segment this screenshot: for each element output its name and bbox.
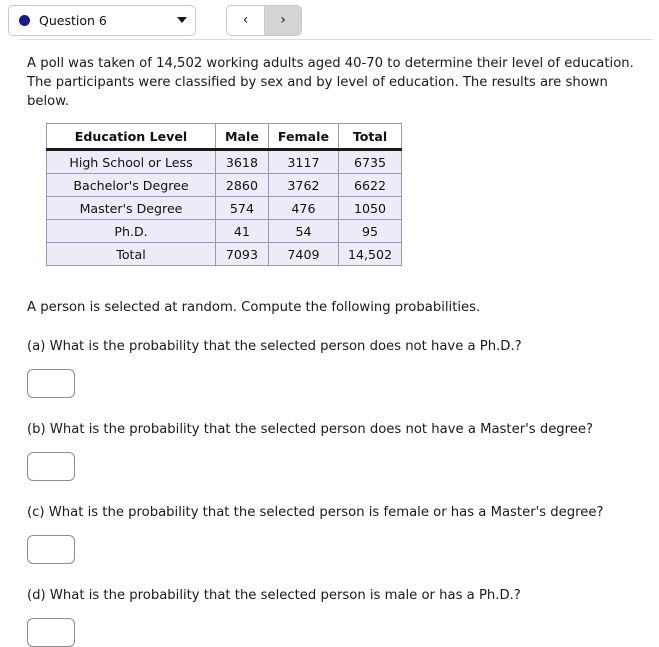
cell-male: 2860 [215, 173, 269, 198]
education-data-table-wrapper: Education Level Male Female Total High S… [46, 123, 403, 267]
cell-total: 6622 [338, 173, 403, 198]
table-row: Master's Degree 574 476 1050 [46, 196, 403, 221]
previous-question-button[interactable]: ‹ [227, 5, 264, 35]
cell-female: 3117 [267, 149, 340, 175]
answer-input-b[interactable] [27, 452, 75, 482]
compute-prompt-text: A person is selected at random. Compute … [27, 300, 481, 316]
problem-intro-text: A poll was taken of 14,502 working adult… [27, 56, 634, 110]
cell-male: 574 [215, 196, 269, 221]
cell-male: 3618 [215, 149, 269, 175]
table-row: Bachelor's Degree 2860 3762 6622 [46, 173, 403, 198]
question-selector-dropdown[interactable]: Question 6 [8, 4, 196, 36]
top-toolbar: Question 6 ‹ › [0, 0, 659, 40]
chevron-left-icon: ‹ [242, 12, 249, 28]
cell-total: 14,502 [338, 242, 403, 267]
column-header-education-level: Education Level [46, 123, 216, 152]
cell-female: 476 [267, 196, 340, 221]
cell-male: 7093 [215, 242, 269, 267]
cell-total: 1050 [338, 196, 403, 221]
chevron-down-icon [177, 17, 187, 23]
table-row: Ph.D. 41 54 95 [46, 219, 403, 244]
part-b-text: (b) What is the probability that the sel… [27, 422, 594, 438]
question-content: A poll was taken of 14,502 working adult… [0, 40, 659, 647]
cell-education-level: Bachelor's Degree [46, 173, 216, 198]
cell-education-level: Total [46, 242, 216, 267]
cell-education-level: Ph.D. [46, 219, 216, 244]
column-header-total: Total [338, 123, 403, 152]
question-part-b: (b) What is the probability that the sel… [27, 422, 637, 482]
question-part-c: (c) What is the probability that the sel… [27, 505, 637, 565]
answer-input-d[interactable] [27, 618, 75, 647]
column-header-male: Male [215, 123, 269, 152]
cell-education-level: High School or Less [46, 149, 216, 175]
question-part-a: (a) What is the probability that the sel… [27, 339, 637, 399]
chevron-right-icon: › [280, 12, 286, 28]
table-body: High School or Less 3618 3117 6735 Bache… [46, 149, 403, 267]
answer-input-c[interactable] [27, 535, 75, 565]
table-row-total: Total 7093 7409 14,502 [46, 242, 403, 267]
question-selector-label: Question 6 [39, 12, 107, 28]
question-status-dot [19, 14, 30, 26]
cell-female: 3762 [267, 173, 340, 198]
question-nav-group: ‹ › [226, 4, 302, 36]
cell-total: 95 [338, 219, 403, 244]
education-data-table: Education Level Male Female Total High S… [46, 123, 403, 267]
answer-input-a[interactable] [27, 369, 75, 399]
cell-female: 7409 [267, 242, 340, 267]
cell-female: 54 [267, 219, 340, 244]
table-header-row: Education Level Male Female Total [46, 123, 403, 152]
cell-education-level: Master's Degree [46, 196, 216, 221]
part-d-text: (d) What is the probability that the sel… [27, 588, 521, 604]
question-part-d: (d) What is the probability that the sel… [27, 588, 637, 647]
cell-male: 41 [215, 219, 269, 244]
next-question-button[interactable]: › [264, 5, 301, 35]
table-header: Education Level Male Female Total [46, 123, 403, 152]
part-c-text: (c) What is the probability that the sel… [27, 505, 604, 521]
column-header-female: Female [267, 123, 340, 152]
part-a-text: (a) What is the probability that the sel… [27, 339, 522, 355]
table-row: High School or Less 3618 3117 6735 [46, 149, 403, 175]
cell-total: 6735 [338, 149, 403, 175]
